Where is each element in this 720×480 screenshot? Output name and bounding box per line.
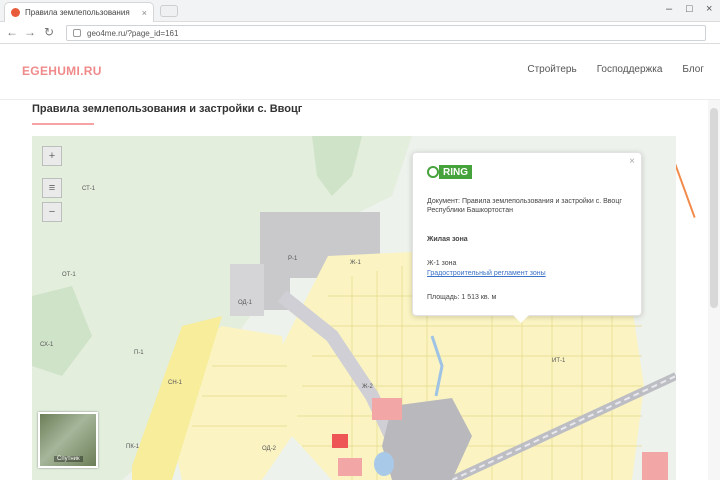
popup-tail <box>513 315 529 323</box>
zone-label: СХ-1 <box>40 342 54 348</box>
zone-label: ПК-1 <box>126 444 140 450</box>
ring-logo: RING <box>427 165 472 179</box>
reload-icon[interactable]: ↻ <box>44 25 54 39</box>
layers-button[interactable]: ≡ <box>42 178 62 198</box>
zone-label: СН-1 <box>168 380 183 386</box>
industrial-zone <box>230 264 264 316</box>
zone-label: П-1 <box>134 350 144 356</box>
url-text: geo4me.ru/?page_id=161 <box>87 28 179 38</box>
scrollbar-thumb[interactable] <box>710 108 718 308</box>
minimap-label: Спутник <box>54 456 83 462</box>
special-zone <box>338 458 362 476</box>
zone-label: ОД-1 <box>238 300 253 306</box>
popup-document: Документ: Правила землепользования и зас… <box>427 198 622 214</box>
nav-item-support[interactable]: Господдержка <box>597 64 663 75</box>
tab-title: Правила землепользования <box>25 8 130 17</box>
zoom-in-button[interactable]: + <box>42 146 62 166</box>
ring-logo-text: RING <box>439 165 472 179</box>
popup-zone-code: Ж-1 зона <box>427 260 457 267</box>
forward-arrow-icon[interactable]: → <box>24 25 36 39</box>
close-icon[interactable]: × <box>629 156 635 167</box>
page-title: Правила землепользования и застройки с. … <box>32 103 303 115</box>
favicon-icon <box>11 8 20 17</box>
popup-regulation-link[interactable]: Градостроительный регламент зоны <box>427 269 632 278</box>
ring-logo-icon <box>427 166 439 178</box>
new-tab-button[interactable] <box>160 5 178 17</box>
zone-label: ИТ-1 <box>552 358 566 364</box>
zoning-map[interactable]: СТ-1 ОТ-1 СХ-1 Р-1 Ж-1 ОД-1 П-1 СН-1 Ж-2… <box>32 136 676 480</box>
zone-label: Ж-2 <box>362 384 374 390</box>
site-nav: Стройтерь Господдержка Блог <box>527 64 704 75</box>
back-arrow-icon[interactable]: ← <box>6 25 18 39</box>
popup-zone-title: Жилая зона <box>427 236 468 243</box>
special-zone <box>372 398 402 420</box>
close-window-button[interactable]: × <box>706 3 712 15</box>
zone-label: ОД-2 <box>262 446 277 452</box>
site-logo[interactable]: EGEHUMI.RU <box>22 64 102 78</box>
special-zone-small <box>332 434 348 448</box>
site-header: EGEHUMI.RU Стройтерь Господдержка Блог <box>0 44 720 100</box>
popup-area: Площадь: 1 513 кв. м <box>427 294 497 301</box>
satellite-minimap[interactable]: Спутник <box>38 412 98 468</box>
zone-info-popup: × RING Документ: Правила землепользовани… <box>412 152 642 323</box>
url-input[interactable]: geo4me.ru/?page_id=161 <box>66 25 706 41</box>
title-underline <box>32 123 94 125</box>
minimize-button[interactable]: – <box>666 3 672 15</box>
zone-label: Ж-1 <box>350 260 362 266</box>
page-info-icon[interactable] <box>73 29 81 37</box>
browser-tab-bar: Правила землепользования × – □ × <box>0 0 720 22</box>
zone-label: Р-1 <box>288 256 298 262</box>
special-zone <box>642 452 668 480</box>
zoom-out-button[interactable]: − <box>42 202 62 222</box>
zone-label: ОТ-1 <box>62 272 76 278</box>
close-tab-icon[interactable]: × <box>142 8 147 18</box>
zone-label: СТ-1 <box>82 186 96 192</box>
water-body <box>374 452 394 476</box>
browser-tab[interactable]: Правила землепользования × <box>4 2 154 22</box>
nav-item-build[interactable]: Стройтерь <box>527 64 576 75</box>
address-bar-row: ← → ↻ geo4me.ru/?page_id=161 <box>0 22 720 44</box>
nav-item-blog[interactable]: Блог <box>682 64 704 75</box>
maximize-button[interactable]: □ <box>686 3 693 15</box>
